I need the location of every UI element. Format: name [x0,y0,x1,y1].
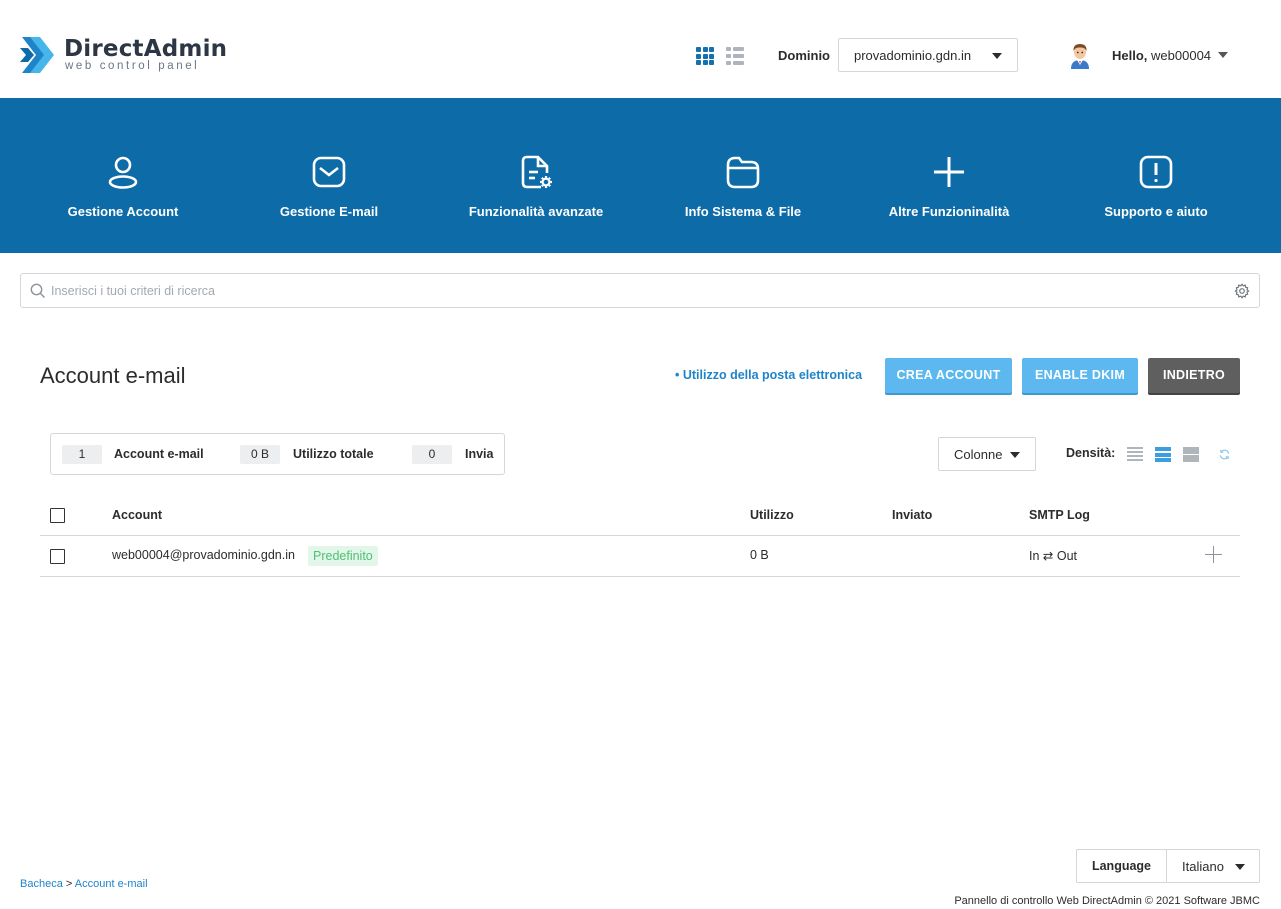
main-content: Account e-mail • Utilizzo della posta el… [0,253,1281,909]
select-all-checkbox[interactable] [50,508,65,523]
nav-item-email[interactable]: Gestione E-mail [226,98,432,253]
folder-icon [726,156,760,189]
alert-icon [1139,155,1173,189]
nav-label: Gestione E-mail [279,204,379,219]
row-checkbox[interactable] [50,549,65,564]
smtp-log-link[interactable]: In ⇄ Out [1029,548,1077,563]
accounts-count-badge: 1 [62,445,102,464]
total-usage-label: Utilizzo totale [293,447,374,461]
density-label: Densità: [1066,446,1116,460]
nav-item-advanced[interactable]: Funzionalità avanzate [433,98,639,253]
user-menu-chevron-icon[interactable] [1218,52,1228,58]
avatar[interactable] [1068,41,1092,69]
account-email[interactable]: web00004@provadominio.gdn.in [112,548,295,562]
column-header-smtp-log[interactable]: SMTP Log [1029,508,1090,522]
nav-label: Supporto e aiuto [1104,204,1208,219]
user-greeting[interactable]: Hello, web00004 [1112,48,1211,63]
chevron-down-icon [1235,864,1245,870]
back-button[interactable]: INDIETRO [1148,358,1240,393]
gear-icon[interactable] [1234,283,1250,299]
breadcrumb: Bacheca > Account e-mail [20,878,148,890]
domain-select[interactable]: provadominio.gdn.in [838,38,1018,72]
user-icon [108,156,138,189]
total-usage-badge: 0 B [240,445,280,464]
hello-label: Hello, [1112,48,1148,63]
logo-chevron-icon [20,37,54,73]
create-account-button[interactable]: CREA ACCOUNT [885,358,1012,393]
sent-count-badge: 0 [412,445,452,464]
language-label: Language [1077,850,1167,882]
main-nav: Gestione Account Gestione E-mail Funzion… [0,98,1281,253]
language-value: Italiano [1182,859,1224,874]
top-header: DirectAdmin web control panel Dominio pr… [0,0,1281,98]
page-title: Account e-mail [40,363,186,388]
username: web00004 [1151,48,1212,63]
account-usage: 0 B [750,548,769,562]
breadcrumb-current[interactable]: Account e-mail [75,878,148,890]
search-bar [20,273,1260,308]
density-comfortable-icon[interactable] [1183,447,1199,462]
language-selector[interactable]: Language Italiano [1076,849,1260,883]
logo-tagline: web control panel [65,60,200,72]
table-header: Account Utilizzo Inviato SMTP Log [40,499,1240,536]
email-usage-link[interactable]: • Utilizzo della posta elettronica [675,368,862,382]
columns-dropdown[interactable]: Colonne [938,437,1036,471]
nav-item-account[interactable]: Gestione Account [20,98,226,253]
chevron-down-icon [992,53,1002,59]
accounts-count-label: Account e-mail [114,447,204,461]
density-normal-icon[interactable] [1155,447,1171,462]
footer-copyright: Pannello di controllo Web DirectAdmin © … [954,895,1260,907]
enable-dkim-button[interactable]: ENABLE DKIM [1022,358,1138,393]
domain-value: provadominio.gdn.in [854,48,972,63]
nav-label: Gestione Account [67,204,179,219]
nav-label: Funzionalità avanzate [468,204,604,219]
search-icon [30,283,45,298]
table-row: web00004@provadominio.gdn.in Predefinito… [40,536,1240,577]
file-gear-icon [521,155,552,189]
expand-row-icon[interactable] [1205,546,1222,563]
column-header-account[interactable]: Account [112,508,162,522]
columns-label: Colonne [954,447,1003,462]
nav-item-support[interactable]: Supporto e aiuto [1053,98,1259,253]
column-header-sent[interactable]: Inviato [892,508,932,522]
list-view-icon[interactable] [726,47,744,65]
nav-item-other[interactable]: Altre Funzioninalità [846,98,1052,253]
search-input[interactable] [51,282,1211,300]
nav-label: Altre Funzioninalità [888,204,1010,219]
directadmin-logo[interactable]: DirectAdmin web control panel [20,34,227,78]
envelope-icon [312,156,346,188]
column-header-usage[interactable]: Utilizzo [750,508,794,522]
stats-summary: 1 Account e-mail 0 B Utilizzo totale 0 I… [50,433,505,475]
breadcrumb-separator: > [65,878,73,890]
grid-view-icon[interactable] [696,47,714,65]
nav-item-system-info[interactable]: Info Sistema & File [640,98,846,253]
nav-label: Info Sistema & File [684,204,802,219]
density-compact-icon[interactable] [1127,447,1143,462]
domain-label: Dominio [778,48,830,63]
logo-name: DirectAdmin [64,36,228,62]
chevron-down-icon [1010,452,1020,458]
default-badge: Predefinito [308,546,378,566]
sent-count-label: Invia [465,447,494,461]
breadcrumb-home[interactable]: Bacheca [20,878,63,890]
plus-icon [934,157,964,187]
refresh-icon[interactable] [1219,449,1230,460]
